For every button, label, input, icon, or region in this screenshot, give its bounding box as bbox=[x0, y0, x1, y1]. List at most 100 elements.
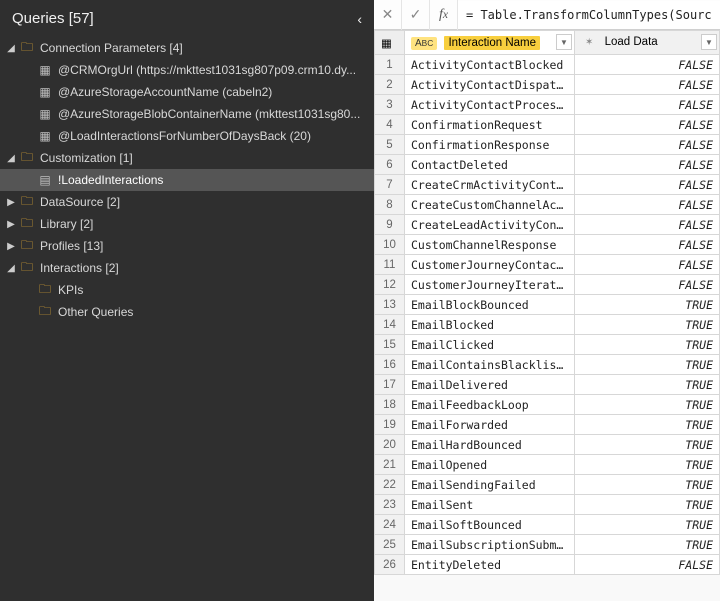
cell-interaction-name[interactable]: ActivityContactBlocked bbox=[405, 55, 575, 75]
tree-item[interactable]: ▦@LoadInteractionsForNumberOfDaysBack (2… bbox=[0, 125, 374, 147]
cell-load-data[interactable]: TRUE bbox=[575, 395, 720, 415]
tree-item[interactable]: ◢🗀Customization [1] bbox=[0, 147, 374, 169]
expand-arrow-icon[interactable]: ▶ bbox=[4, 241, 18, 252]
cell-interaction-name[interactable]: ActivityContactDispatc… bbox=[405, 75, 575, 95]
table-row[interactable]: 23EmailSentTRUE bbox=[375, 495, 720, 515]
table-row[interactable]: 21EmailOpenedTRUE bbox=[375, 455, 720, 475]
tree-item[interactable]: ◢🗀Connection Parameters [4] bbox=[0, 37, 374, 59]
tree-item[interactable]: ▦@AzureStorageBlobContainerName (mkttest… bbox=[0, 103, 374, 125]
formula-input[interactable] bbox=[458, 1, 720, 29]
table-row[interactable]: 26EntityDeletedFALSE bbox=[375, 555, 720, 575]
cell-load-data[interactable]: FALSE bbox=[575, 155, 720, 175]
table-row[interactable]: 19EmailForwardedTRUE bbox=[375, 415, 720, 435]
cell-load-data[interactable]: FALSE bbox=[575, 555, 720, 575]
cell-load-data[interactable]: FALSE bbox=[575, 95, 720, 115]
table-row[interactable]: 14EmailBlockedTRUE bbox=[375, 315, 720, 335]
cell-load-data[interactable]: FALSE bbox=[575, 235, 720, 255]
table-row[interactable]: 2ActivityContactDispatc…FALSE bbox=[375, 75, 720, 95]
expand-arrow-icon[interactable]: ◢ bbox=[4, 263, 18, 274]
formula-cancel-button[interactable]: ✕ bbox=[374, 0, 402, 30]
expand-arrow-icon[interactable]: ▶ bbox=[4, 219, 18, 230]
cell-interaction-name[interactable]: ActivityContactProcess… bbox=[405, 95, 575, 115]
tree-item[interactable]: 🗀Other Queries bbox=[0, 301, 374, 323]
cell-load-data[interactable]: TRUE bbox=[575, 515, 720, 535]
table-row[interactable]: 18EmailFeedbackLoopTRUE bbox=[375, 395, 720, 415]
cell-load-data[interactable]: TRUE bbox=[575, 435, 720, 455]
table-row[interactable]: 6ContactDeletedFALSE bbox=[375, 155, 720, 175]
cell-interaction-name[interactable]: EmailOpened bbox=[405, 455, 575, 475]
table-row[interactable]: 11CustomerJourneyContact…FALSE bbox=[375, 255, 720, 275]
tree-item[interactable]: ◢🗀Interactions [2] bbox=[0, 257, 374, 279]
cell-load-data[interactable]: TRUE bbox=[575, 295, 720, 315]
cell-load-data[interactable]: TRUE bbox=[575, 455, 720, 475]
tree-item[interactable]: ▤!LoadedInteractions bbox=[0, 169, 374, 191]
table-row[interactable]: 10CustomChannelResponseFALSE bbox=[375, 235, 720, 255]
cell-interaction-name[interactable]: CreateLeadActivityCont… bbox=[405, 215, 575, 235]
column-header-load-data[interactable]: ✶ Load Data ▼ bbox=[575, 31, 720, 55]
cell-load-data[interactable]: TRUE bbox=[575, 415, 720, 435]
cell-load-data[interactable]: TRUE bbox=[575, 355, 720, 375]
cell-interaction-name[interactable]: EmailSoftBounced bbox=[405, 515, 575, 535]
table-row[interactable]: 22EmailSendingFailedTRUE bbox=[375, 475, 720, 495]
grid-corner[interactable]: ▦ bbox=[375, 31, 405, 55]
cell-load-data[interactable]: FALSE bbox=[575, 255, 720, 275]
cell-load-data[interactable]: TRUE bbox=[575, 375, 720, 395]
table-row[interactable]: 8CreateCustomChannelAct…FALSE bbox=[375, 195, 720, 215]
cell-load-data[interactable]: FALSE bbox=[575, 135, 720, 155]
cell-interaction-name[interactable]: EmailDelivered bbox=[405, 375, 575, 395]
table-row[interactable]: 4ConfirmationRequestFALSE bbox=[375, 115, 720, 135]
cell-load-data[interactable]: TRUE bbox=[575, 495, 720, 515]
fx-icon[interactable]: fx bbox=[430, 0, 458, 30]
formula-accept-button[interactable]: ✓ bbox=[402, 0, 430, 30]
table-row[interactable]: 9CreateLeadActivityCont…FALSE bbox=[375, 215, 720, 235]
cell-interaction-name[interactable]: CreateCustomChannelAct… bbox=[405, 195, 575, 215]
cell-interaction-name[interactable]: EmailHardBounced bbox=[405, 435, 575, 455]
table-row[interactable]: 16EmailContainsBlacklist…TRUE bbox=[375, 355, 720, 375]
column-filter-dropdown[interactable]: ▼ bbox=[701, 34, 717, 50]
cell-interaction-name[interactable]: CustomerJourneyIterati… bbox=[405, 275, 575, 295]
cell-load-data[interactable]: FALSE bbox=[575, 75, 720, 95]
tree-item[interactable]: ▶🗀Profiles [13] bbox=[0, 235, 374, 257]
column-header-interaction-name[interactable]: ABC Interaction Name ▼ bbox=[405, 31, 575, 55]
tree-item[interactable]: 🗀KPIs bbox=[0, 279, 374, 301]
cell-load-data[interactable]: FALSE bbox=[575, 275, 720, 295]
cell-interaction-name[interactable]: EmailBlockBounced bbox=[405, 295, 575, 315]
table-row[interactable]: 13EmailBlockBouncedTRUE bbox=[375, 295, 720, 315]
cell-interaction-name[interactable]: CustomChannelResponse bbox=[405, 235, 575, 255]
cell-load-data[interactable]: FALSE bbox=[575, 195, 720, 215]
cell-interaction-name[interactable]: EmailSendingFailed bbox=[405, 475, 575, 495]
cell-load-data[interactable]: TRUE bbox=[575, 315, 720, 335]
expand-arrow-icon[interactable]: ◢ bbox=[4, 153, 18, 164]
tree-item[interactable]: ▦@CRMOrgUrl (https://mkttest1031sg807p09… bbox=[0, 59, 374, 81]
cell-interaction-name[interactable]: EmailClicked bbox=[405, 335, 575, 355]
cell-interaction-name[interactable]: EmailSubscriptionSubmit bbox=[405, 535, 575, 555]
collapse-sidebar-icon[interactable]: ‹ bbox=[357, 11, 362, 27]
cell-load-data[interactable]: TRUE bbox=[575, 535, 720, 555]
table-row[interactable]: 15EmailClickedTRUE bbox=[375, 335, 720, 355]
table-row[interactable]: 5ConfirmationResponseFALSE bbox=[375, 135, 720, 155]
table-row[interactable]: 7CreateCrmActivityConta…FALSE bbox=[375, 175, 720, 195]
table-row[interactable]: 20EmailHardBouncedTRUE bbox=[375, 435, 720, 455]
cell-load-data[interactable]: FALSE bbox=[575, 175, 720, 195]
tree-item[interactable]: ▦@AzureStorageAccountName (cabeln2) bbox=[0, 81, 374, 103]
tree-item[interactable]: ▶🗀DataSource [2] bbox=[0, 191, 374, 213]
cell-interaction-name[interactable]: EntityDeleted bbox=[405, 555, 575, 575]
cell-interaction-name[interactable]: EmailForwarded bbox=[405, 415, 575, 435]
cell-interaction-name[interactable]: EmailContainsBlacklist… bbox=[405, 355, 575, 375]
table-row[interactable]: 17EmailDeliveredTRUE bbox=[375, 375, 720, 395]
expand-arrow-icon[interactable]: ◢ bbox=[4, 43, 18, 54]
column-filter-dropdown[interactable]: ▼ bbox=[556, 34, 572, 50]
table-row[interactable]: 1ActivityContactBlockedFALSE bbox=[375, 55, 720, 75]
cell-load-data[interactable]: TRUE bbox=[575, 335, 720, 355]
cell-load-data[interactable]: TRUE bbox=[575, 475, 720, 495]
expand-arrow-icon[interactable]: ▶ bbox=[4, 197, 18, 208]
tree-item[interactable]: ▶🗀Library [2] bbox=[0, 213, 374, 235]
table-row[interactable]: 12CustomerJourneyIterati…FALSE bbox=[375, 275, 720, 295]
table-row[interactable]: 25EmailSubscriptionSubmitTRUE bbox=[375, 535, 720, 555]
cell-interaction-name[interactable]: ContactDeleted bbox=[405, 155, 575, 175]
cell-interaction-name[interactable]: CustomerJourneyContact… bbox=[405, 255, 575, 275]
cell-interaction-name[interactable]: EmailFeedbackLoop bbox=[405, 395, 575, 415]
cell-load-data[interactable]: FALSE bbox=[575, 115, 720, 135]
cell-interaction-name[interactable]: ConfirmationResponse bbox=[405, 135, 575, 155]
cell-interaction-name[interactable]: EmailBlocked bbox=[405, 315, 575, 335]
